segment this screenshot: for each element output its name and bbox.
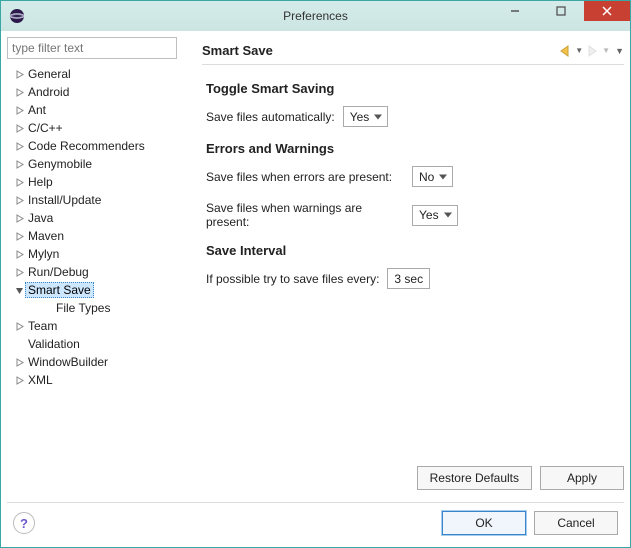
tree-item-label: Android [25, 85, 72, 99]
section-heading-interval: Save Interval [206, 243, 620, 258]
expand-right-icon[interactable] [13, 160, 25, 169]
chevron-down-icon: ▼ [602, 46, 610, 55]
preferences-window: Preferences General Android Ant C/C++ Code R… [0, 0, 631, 548]
expand-right-icon[interactable] [13, 358, 25, 367]
dialog-button-bar: ? OK Cancel [7, 502, 624, 541]
expand-right-icon[interactable] [13, 214, 25, 223]
tree-item-label: Java [25, 211, 56, 225]
preference-page: Smart Save ▼ ▼ ▼ [192, 37, 624, 496]
tree-item-code-recommenders[interactable]: Code Recommenders [7, 137, 192, 155]
tree-item-file-types[interactable]: File Types [7, 299, 192, 317]
tree-item-install-update[interactable]: Install/Update [7, 191, 192, 209]
tree-item-label: Code Recommenders [25, 139, 148, 153]
apply-button[interactable]: Apply [540, 466, 624, 490]
filter-input[interactable] [7, 37, 177, 59]
page-menu-button[interactable]: ▼ [613, 46, 624, 56]
chevron-down-icon: ▼ [575, 46, 583, 55]
tree-item-label: XML [25, 373, 56, 387]
tree-item-general[interactable]: General [7, 65, 192, 83]
tree-item-xml[interactable]: XML [7, 371, 192, 389]
tree-item-label: Genymobile [25, 157, 95, 171]
tree-item-label: WindowBuilder [25, 355, 111, 369]
expand-down-icon[interactable] [13, 286, 25, 295]
expand-right-icon[interactable] [13, 322, 25, 331]
interval-label: If possible try to save files every: [206, 272, 379, 286]
back-button[interactable]: ▼ [559, 45, 583, 57]
expand-right-icon[interactable] [13, 88, 25, 97]
tree-item-label: Run/Debug [25, 265, 92, 279]
tree-item-team[interactable]: Team [7, 317, 192, 335]
maximize-button[interactable] [538, 1, 584, 21]
warnings-select[interactable]: Yes [412, 205, 458, 226]
tree-item-run-debug[interactable]: Run/Debug [7, 263, 192, 281]
expand-right-icon[interactable] [13, 250, 25, 259]
errors-label: Save files when errors are present: [206, 170, 404, 184]
expand-right-icon[interactable] [13, 124, 25, 133]
expand-right-icon[interactable] [13, 376, 25, 385]
save-auto-select[interactable]: Yes [343, 106, 389, 127]
tree-item-label: Team [25, 319, 60, 333]
section-heading-errors: Errors and Warnings [206, 141, 620, 156]
tree-item-java[interactable]: Java [7, 209, 192, 227]
tree-item-label: Ant [25, 103, 49, 117]
restore-defaults-button[interactable]: Restore Defaults [417, 466, 532, 490]
expand-right-icon[interactable] [13, 178, 25, 187]
tree-item-help[interactable]: Help [7, 173, 192, 191]
tree-item-label: Mylyn [25, 247, 62, 261]
tree-item-label: Maven [25, 229, 67, 243]
expand-right-icon[interactable] [13, 232, 25, 241]
preference-tree[interactable]: General Android Ant C/C++ Code Recommenders G… [7, 63, 192, 496]
tree-item-c-c-[interactable]: C/C++ [7, 119, 192, 137]
expand-right-icon[interactable] [13, 142, 25, 151]
tree-item-maven[interactable]: Maven [7, 227, 192, 245]
save-auto-label: Save files automatically: [206, 110, 335, 124]
eclipse-icon [9, 8, 25, 24]
section-heading-toggle: Toggle Smart Saving [206, 81, 620, 96]
tree-item-label: C/C++ [25, 121, 66, 135]
tree-item-smart-save[interactable]: Smart Save [7, 281, 192, 299]
close-button[interactable] [584, 1, 630, 21]
tree-item-mylyn[interactable]: Mylyn [7, 245, 192, 263]
interval-input[interactable]: 3 sec [387, 268, 430, 289]
help-icon[interactable]: ? [13, 512, 35, 534]
tree-item-validation[interactable]: Validation [7, 335, 192, 353]
tree-item-windowbuilder[interactable]: WindowBuilder [7, 353, 192, 371]
tree-item-label: General [25, 67, 74, 81]
tree-item-label: Help [25, 175, 56, 189]
minimize-button[interactable] [492, 1, 538, 21]
tree-item-label: File Types [53, 301, 113, 315]
tree-item-genymobile[interactable]: Genymobile [7, 155, 192, 173]
expand-right-icon[interactable] [13, 70, 25, 79]
tree-item-android[interactable]: Android [7, 83, 192, 101]
ok-button[interactable]: OK [442, 511, 526, 535]
expand-right-icon[interactable] [13, 196, 25, 205]
titlebar: Preferences [1, 1, 630, 31]
expand-right-icon[interactable] [13, 268, 25, 277]
cancel-button[interactable]: Cancel [534, 511, 618, 535]
warnings-label: Save files when warnings are present: [206, 201, 404, 229]
tree-item-ant[interactable]: Ant [7, 101, 192, 119]
forward-button[interactable]: ▼ [586, 45, 610, 57]
chevron-down-icon: ▼ [615, 46, 624, 56]
page-title: Smart Save [202, 43, 559, 58]
errors-select[interactable]: No [412, 166, 453, 187]
sidebar: General Android Ant C/C++ Code Recommenders G… [7, 37, 192, 496]
tree-item-label: Smart Save [25, 282, 94, 298]
tree-item-label: Validation [25, 337, 83, 351]
window-controls [492, 1, 630, 31]
expand-right-icon[interactable] [13, 106, 25, 115]
tree-item-label: Install/Update [25, 193, 104, 207]
